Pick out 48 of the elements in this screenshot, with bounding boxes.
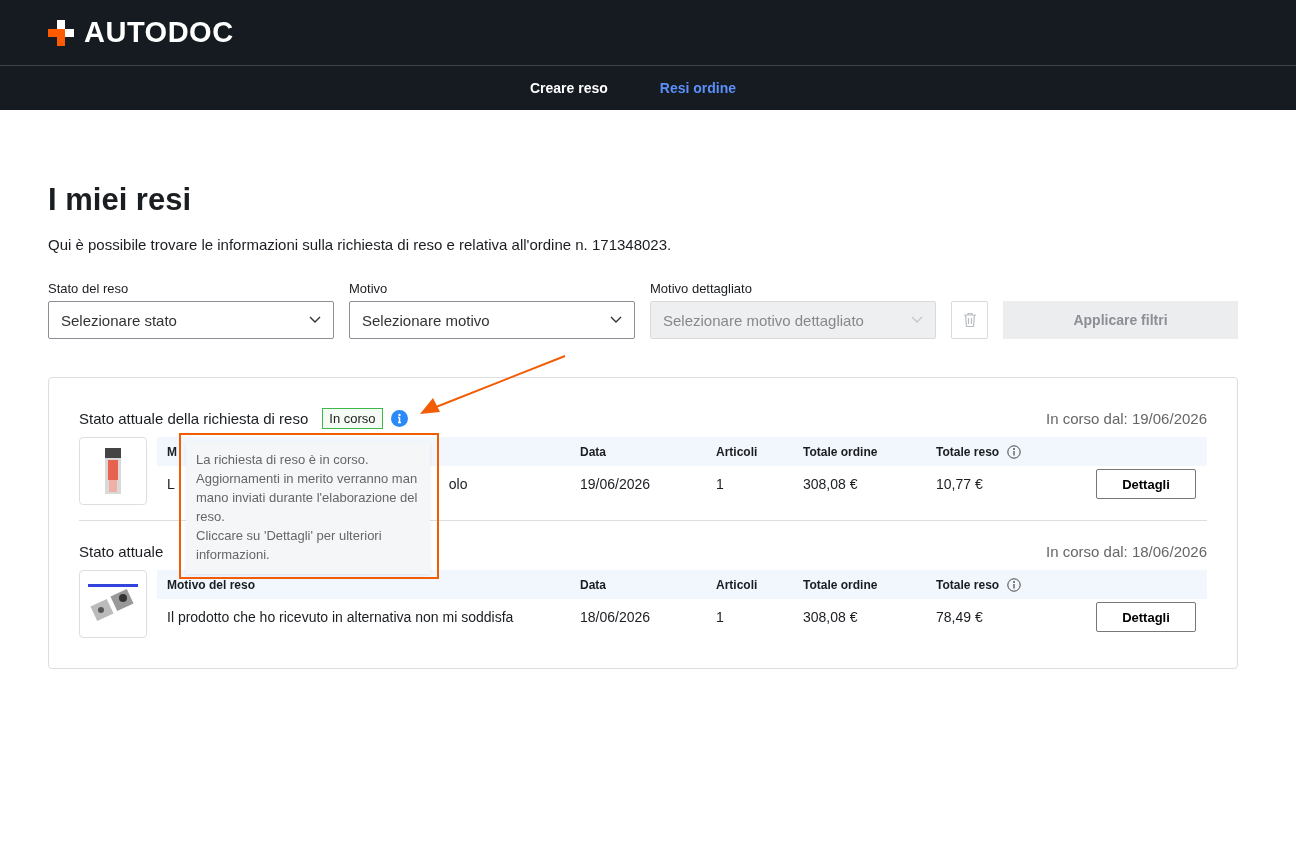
table-cell: 308,08 € <box>803 476 858 492</box>
column-header: Articoli <box>716 577 758 592</box>
status-badge: In corso <box>322 407 383 429</box>
table-cell: 19/06/2026 <box>580 476 651 492</box>
table-cell: Il prodotto che ho ricevuto in alternativa non mi soddisfa <box>167 609 514 625</box>
table-cell: 1 <box>716 609 724 625</box>
info-icon[interactable] <box>1007 577 1022 592</box>
details-button[interactable]: Dettagli <box>1096 602 1196 632</box>
page-description: Qui è possibile trovare le informazioni sulla richiesta di reso e relativa all'ordine n. 171348023. <box>48 236 673 253</box>
page-title: I miei resi <box>48 182 193 218</box>
chevron-down-icon <box>309 316 321 324</box>
info-icon[interactable] <box>390 409 408 427</box>
column-header: M <box>167 444 177 459</box>
info-icon[interactable] <box>1007 444 1022 459</box>
nav-link[interactable]: Resi ordine <box>659 80 737 96</box>
chevron-down-icon <box>911 316 923 324</box>
table-cell: olo <box>448 476 468 492</box>
select-field[interactable]: Selezionare stato <box>48 301 334 339</box>
select-field[interactable]: Selezionare motivo <box>349 301 635 339</box>
status-since-date: In corso dal: 18/06/2026 <box>1046 542 1207 560</box>
table-cell: 78,49 € <box>936 609 983 625</box>
details-button[interactable]: Dettagli <box>1096 469 1196 499</box>
column-header: Totale ordine <box>803 577 878 592</box>
chevron-down-icon <box>610 316 622 324</box>
column-header: Articoli <box>716 444 758 459</box>
column-header: Totale ordine <box>803 444 878 459</box>
table-cell: 308,08 € <box>803 609 858 625</box>
table-cell: 18/06/2026 <box>580 609 651 625</box>
nav-link[interactable]: Creare reso <box>529 80 608 96</box>
table-cell: 1 <box>716 476 724 492</box>
column-header: Totale reso <box>936 577 1000 592</box>
status-since-date: In corso dal: 19/06/2026 <box>1046 409 1207 427</box>
status-title: Stato attuale della richiesta di reso <box>79 409 309 427</box>
trash-icon <box>962 312 977 328</box>
filter-label: Motivo <box>349 281 389 296</box>
column-header: Motivo del reso <box>167 577 255 592</box>
filter-label: Motivo dettagliato <box>650 281 753 296</box>
table-cell: 10,77 € <box>936 476 983 492</box>
logo-text[interactable]: AUTODOC <box>84 16 234 49</box>
status-title: Stato attuale <box>79 542 164 560</box>
column-header: Data <box>580 577 606 592</box>
tooltip-text: Cliccare su 'Dettagli' per ulteriori informazioni. <box>196 527 383 564</box>
column-header: Totale reso <box>936 444 1000 459</box>
plus-logo-icon <box>48 19 74 46</box>
column-header: Data <box>580 444 606 459</box>
table-cell: L <box>167 476 175 492</box>
filter-label: Stato del reso <box>48 281 130 296</box>
tooltip-text: La richiesta di reso è in corso. Aggiornamenti in merito verranno man mano inviati durante l'elaborazione del reso. <box>196 451 419 526</box>
